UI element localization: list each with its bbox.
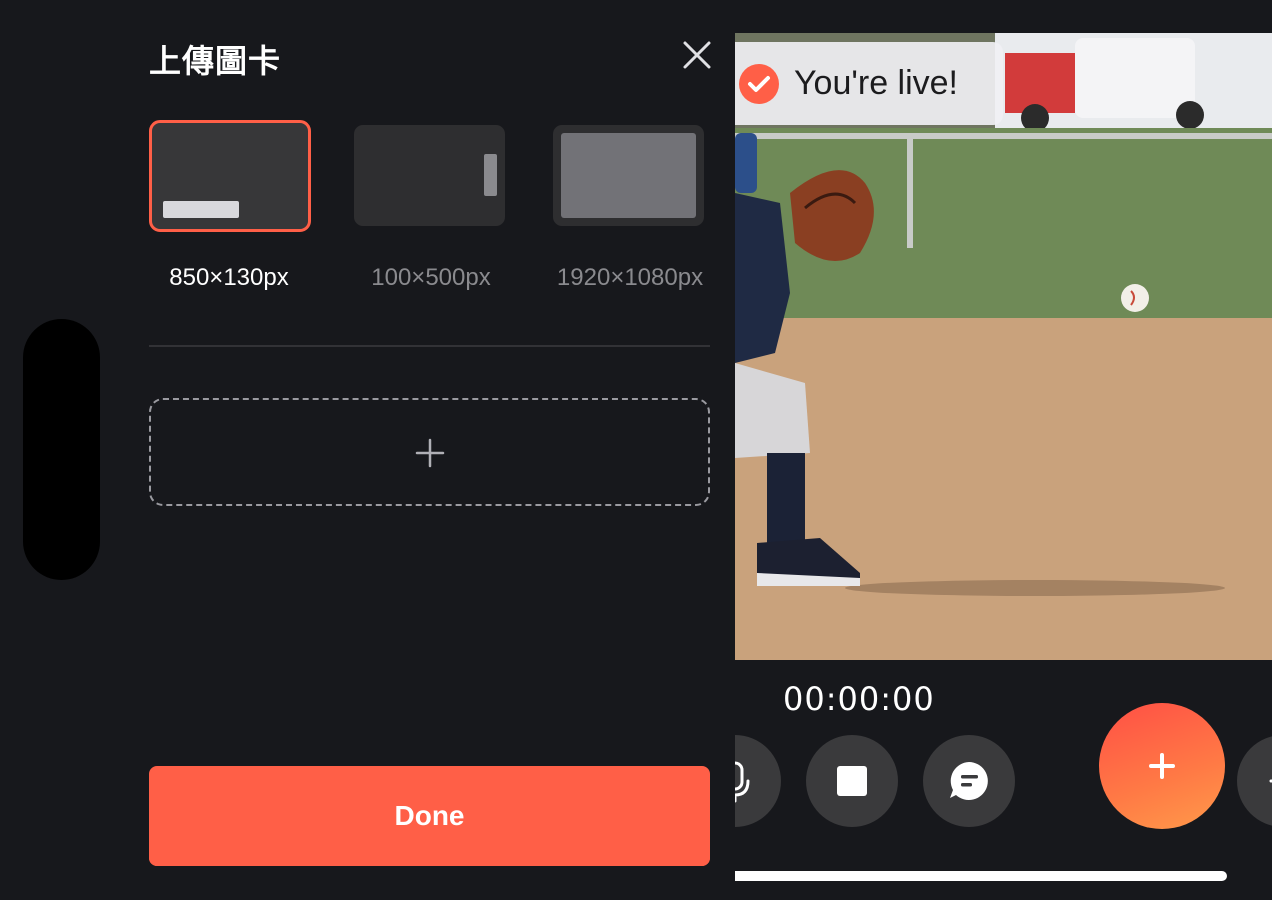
live-status-toast: You're live! xyxy=(735,42,1003,125)
vertical-preview-shape xyxy=(484,154,497,196)
live-timer: 00:00:00 xyxy=(783,680,935,718)
drawer-handle[interactable] xyxy=(23,319,100,580)
close-icon xyxy=(683,41,711,69)
fullscreen-preview-shape xyxy=(561,133,696,218)
stop-icon xyxy=(837,766,867,796)
upload-card-panel: 上傳圖卡 850×130px 100×500px 1920×1080px Don… xyxy=(0,0,735,900)
size-option-fullscreen[interactable]: 1920×1080px xyxy=(550,120,710,295)
done-button-overlay[interactable]: Done xyxy=(149,766,710,866)
toast-text: You're live! xyxy=(794,64,959,102)
size-thumb-banner xyxy=(149,120,311,232)
size-label: 1920×1080px xyxy=(556,264,704,291)
plus-icon xyxy=(415,438,445,468)
size-option-banner[interactable]: 850×130px xyxy=(149,120,311,295)
chat-button[interactable] xyxy=(923,735,1015,827)
live-video-preview xyxy=(735,33,1272,660)
close-button[interactable] xyxy=(680,38,714,72)
size-label: 100×500px xyxy=(371,264,491,291)
add-action-button[interactable] xyxy=(1099,703,1225,829)
panel-title: 上傳圖卡 xyxy=(149,42,282,80)
more-icon xyxy=(1269,779,1272,783)
size-label: 850×130px xyxy=(169,264,289,291)
baseball-scene-image xyxy=(735,33,1272,660)
live-progress-bar xyxy=(735,871,1227,881)
plus-icon xyxy=(1149,753,1175,779)
size-option-vertical[interactable]: 100×500px xyxy=(351,120,511,295)
size-thumb-fullscreen xyxy=(553,125,704,226)
banner-preview-shape xyxy=(163,201,239,218)
toast-check-badge xyxy=(739,64,779,104)
divider xyxy=(149,345,710,347)
chat-icon xyxy=(950,762,988,800)
more-button[interactable] xyxy=(1237,735,1272,827)
check-icon xyxy=(748,76,770,92)
size-thumb-vertical xyxy=(354,125,505,226)
stop-button[interactable] xyxy=(806,735,898,827)
add-image-dropzone[interactable] xyxy=(149,398,710,506)
